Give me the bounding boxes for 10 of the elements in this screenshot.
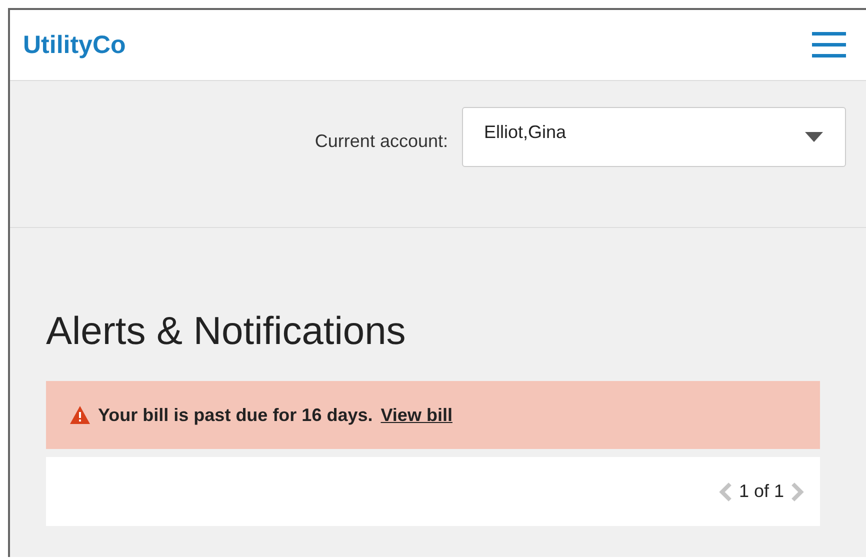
view-bill-link[interactable]: View bill [380,404,452,426]
menu-icon[interactable] [812,32,846,58]
account-label: Current account: [314,131,448,152]
account-dropdown[interactable]: Elliot,Gina [462,107,846,167]
warning-icon [70,406,90,424]
page-indicator: 1 of 1 [738,481,784,502]
alert-message: Your bill is past due for 16 days. [98,404,373,426]
logo[interactable]: UtilityCo [23,30,126,60]
page-heading: Alerts & Notifications [46,309,407,355]
caret-icon [805,132,823,142]
